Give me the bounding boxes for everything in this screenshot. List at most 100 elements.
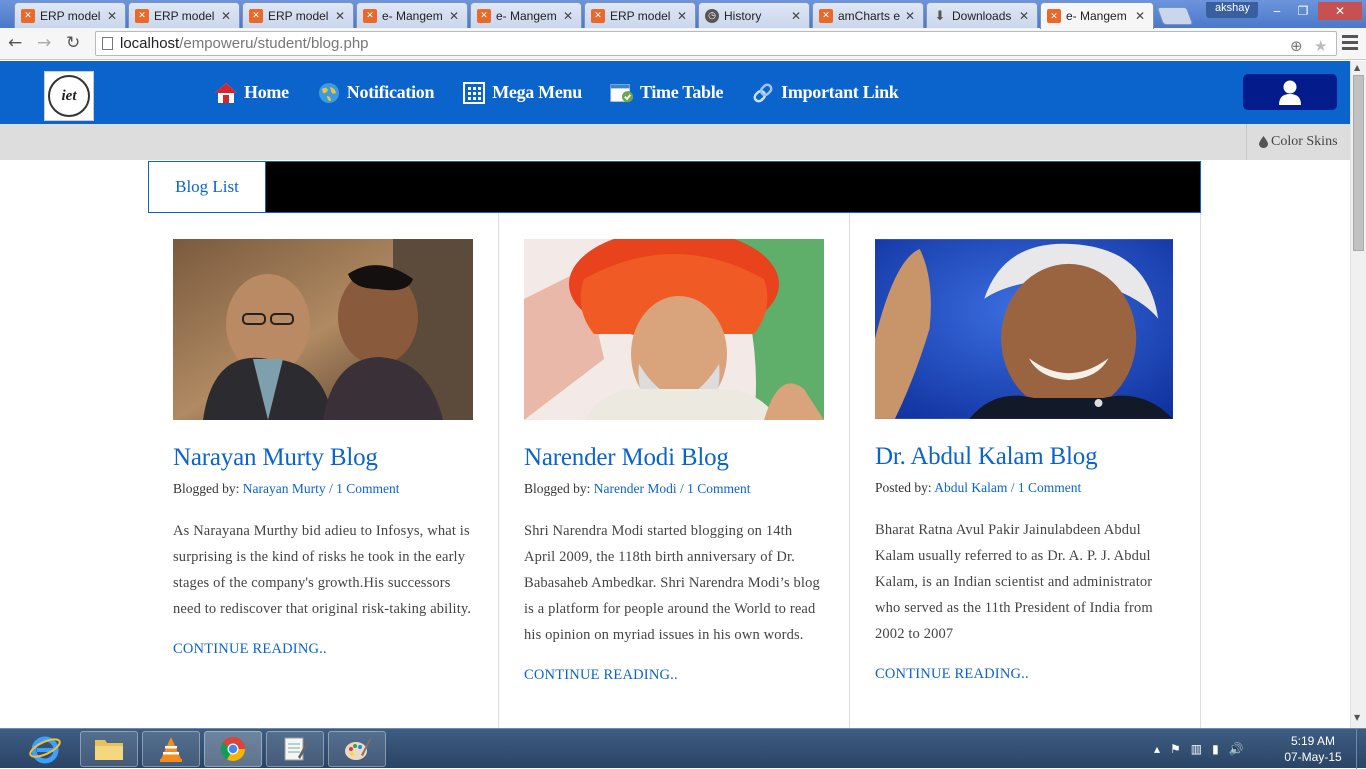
back-arrow-icon[interactable]: ← <box>8 33 22 53</box>
browser-tab-title: History <box>724 8 762 23</box>
browser-tab-title: ERP model <box>610 8 671 23</box>
continue-reading-link[interactable]: CONTINUE READING.. <box>524 667 824 684</box>
link-icon <box>751 81 775 105</box>
network-icon[interactable]: ▥ <box>1191 742 1202 756</box>
paint-icon[interactable] <box>328 731 386 767</box>
zoom-icon[interactable]: ⊕ <box>1290 35 1303 58</box>
notepad-icon[interactable] <box>266 731 324 767</box>
browser-tab[interactable]: ✕ e- Mangem ✕ <box>356 2 468 28</box>
close-icon[interactable]: ✕ <box>335 9 345 23</box>
xampp-icon: ✕ <box>249 8 263 23</box>
close-icon[interactable]: ✕ <box>791 9 801 23</box>
close-icon[interactable]: ✕ <box>905 9 915 23</box>
blog-comments-link[interactable]: 1 Comment <box>687 481 750 496</box>
scroll-up-icon[interactable]: ▲ <box>1354 63 1360 72</box>
forward-arrow-icon[interactable]: → <box>37 33 51 53</box>
nav-notification-label: Notification <box>346 82 435 102</box>
vlc-icon[interactable] <box>142 731 200 767</box>
nav-mega-menu[interactable]: Mega Menu <box>462 81 582 105</box>
blog-card: Narender Modi Blog Blogged by: Narender … <box>499 213 850 728</box>
browser-tab[interactable]: ⬇ Downloads ✕ <box>926 2 1038 28</box>
meta-separator: / <box>328 481 333 496</box>
blog-meta: Blogged by: Narayan Murty / 1 Comment <box>173 481 473 497</box>
action-center-icon[interactable]: ⚑ <box>1170 742 1181 756</box>
browser-tab[interactable]: ✕ ERP model ✕ <box>14 2 126 28</box>
reload-icon[interactable]: ↻ <box>66 33 80 53</box>
browser-tab[interactable]: ✕ ERP model ✕ <box>584 2 696 28</box>
browser-tab[interactable]: ✕ ERP model ✕ <box>242 2 354 28</box>
blog-excerpt: As Narayana Murthy bid adieu to Infosys,… <box>173 523 472 617</box>
blog-meta: Posted by: Abdul Kalam / 1 Comment <box>875 480 1175 496</box>
nav-important-link[interactable]: Important Link <box>751 81 899 105</box>
xampp-icon: ✕ <box>21 8 35 23</box>
meta-separator: / <box>679 481 684 496</box>
xampp-icon: ✕ <box>135 8 149 23</box>
user-account-button[interactable] <box>1243 74 1337 110</box>
windows-taskbar: ▴ ⚑ ▥ ▮ 🔊 5:19 AM 07-May-15 <box>0 728 1366 769</box>
blog-comments-link[interactable]: 1 Comment <box>1018 480 1081 495</box>
profile-badge[interactable]: akshay <box>1206 2 1258 18</box>
logo-emblem: iet <box>48 75 90 117</box>
xampp-icon: ✕ <box>1047 9 1061 23</box>
nav-notification[interactable]: Notification <box>317 81 434 105</box>
close-icon[interactable]: ✕ <box>221 9 231 23</box>
browser-tab[interactable]: ✕ amCharts e ✕ <box>812 2 924 28</box>
nav-time-table[interactable]: Time Table <box>610 81 723 105</box>
continue-reading-link[interactable]: CONTINUE READING.. <box>173 641 473 658</box>
file-explorer-icon[interactable] <box>80 731 138 767</box>
show-desktop-button[interactable] <box>1356 729 1366 769</box>
color-skins-button[interactable]: Color Skins <box>1246 124 1350 160</box>
chrome-icon[interactable] <box>204 731 262 767</box>
blog-author-link[interactable]: Abdul Kalam <box>934 480 1007 495</box>
blog-author-link[interactable]: Narayan Murty <box>243 481 326 496</box>
blog-title[interactable]: Narender Modi Blog <box>524 444 824 472</box>
address-bar[interactable]: localhost/empoweru/student/blog.php ⊕ ★ <box>95 31 1337 56</box>
blog-excerpt: Bharat Ratna Avul Pakir Jainulabdeen Abd… <box>875 522 1153 642</box>
close-icon[interactable]: ✕ <box>563 9 573 23</box>
browser-tab[interactable]: ✕ ERP model ✕ <box>128 2 240 28</box>
tray-expand-icon[interactable]: ▴ <box>1154 742 1160 756</box>
scroll-down-icon[interactable]: ▼ <box>1354 713 1360 722</box>
continue-reading-link[interactable]: CONTINUE READING.. <box>875 666 1175 683</box>
new-tab-button[interactable] <box>1156 7 1194 25</box>
volume-icon[interactable]: 🔊 <box>1229 742 1244 756</box>
blog-image-narender-modi[interactable] <box>524 239 824 420</box>
tab-blog-list[interactable]: Blog List <box>149 162 266 212</box>
window-close-button[interactable]: ✕ <box>1318 2 1362 20</box>
browser-tab-strip: ✕ ERP model ✕ ✕ ERP model ✕ ✕ ERP model … <box>0 0 1366 29</box>
nav-home[interactable]: Home <box>214 81 289 105</box>
blog-title[interactable]: Dr. Abdul Kalam Blog <box>875 443 1175 471</box>
blog-image-abdul-kalam[interactable] <box>875 239 1173 419</box>
blog-image-narayan-murty[interactable] <box>173 239 473 420</box>
scroll-thumb[interactable] <box>1353 75 1364 251</box>
home-icon <box>214 81 238 105</box>
blog-title[interactable]: Narayan Murty Blog <box>173 444 473 472</box>
browser-tab[interactable]: ◷ History ✕ <box>698 2 810 28</box>
browser-tab[interactable]: ✕ e- Mangem ✕ <box>470 2 582 28</box>
close-icon[interactable]: ✕ <box>107 9 117 23</box>
bookmark-star-icon[interactable]: ★ <box>1314 35 1327 58</box>
sub-bar: Color Skins <box>0 124 1350 160</box>
close-icon[interactable]: ✕ <box>449 9 459 23</box>
browser-tab-title: ERP model <box>268 8 329 23</box>
close-icon[interactable]: ✕ <box>1135 9 1145 23</box>
browser-tab-title: ERP model <box>154 8 215 23</box>
globe-icon <box>317 81 341 105</box>
url-path: /empoweru/student/blog.php <box>179 35 369 52</box>
taskbar-clock[interactable]: 5:19 AM 07-May-15 <box>1278 733 1348 765</box>
blog-comments-link[interactable]: 1 Comment <box>336 481 399 496</box>
page-scrollbar[interactable]: ▲ ▼ <box>1350 61 1366 728</box>
clock-time: 5:19 AM <box>1290 734 1336 748</box>
browser-tab-active[interactable]: ✕ e- Mangem ✕ <box>1040 2 1154 29</box>
power-icon[interactable]: ▮ <box>1212 742 1219 756</box>
college-logo[interactable]: iet <box>44 71 94 121</box>
close-icon[interactable]: ✕ <box>1019 9 1029 23</box>
history-icon: ◷ <box>705 8 719 23</box>
close-icon[interactable]: ✕ <box>677 9 687 23</box>
chrome-menu-icon[interactable] <box>1342 35 1358 53</box>
blog-author-link[interactable]: Narender Modi <box>594 481 677 496</box>
browser-toolbar: ← → ↻ localhost/empoweru/student/blog.ph… <box>0 28 1366 60</box>
internet-explorer-icon[interactable] <box>28 733 62 765</box>
minimize-button[interactable]: ‒ <box>1264 2 1290 20</box>
maximize-button[interactable]: ❐ <box>1290 2 1316 20</box>
